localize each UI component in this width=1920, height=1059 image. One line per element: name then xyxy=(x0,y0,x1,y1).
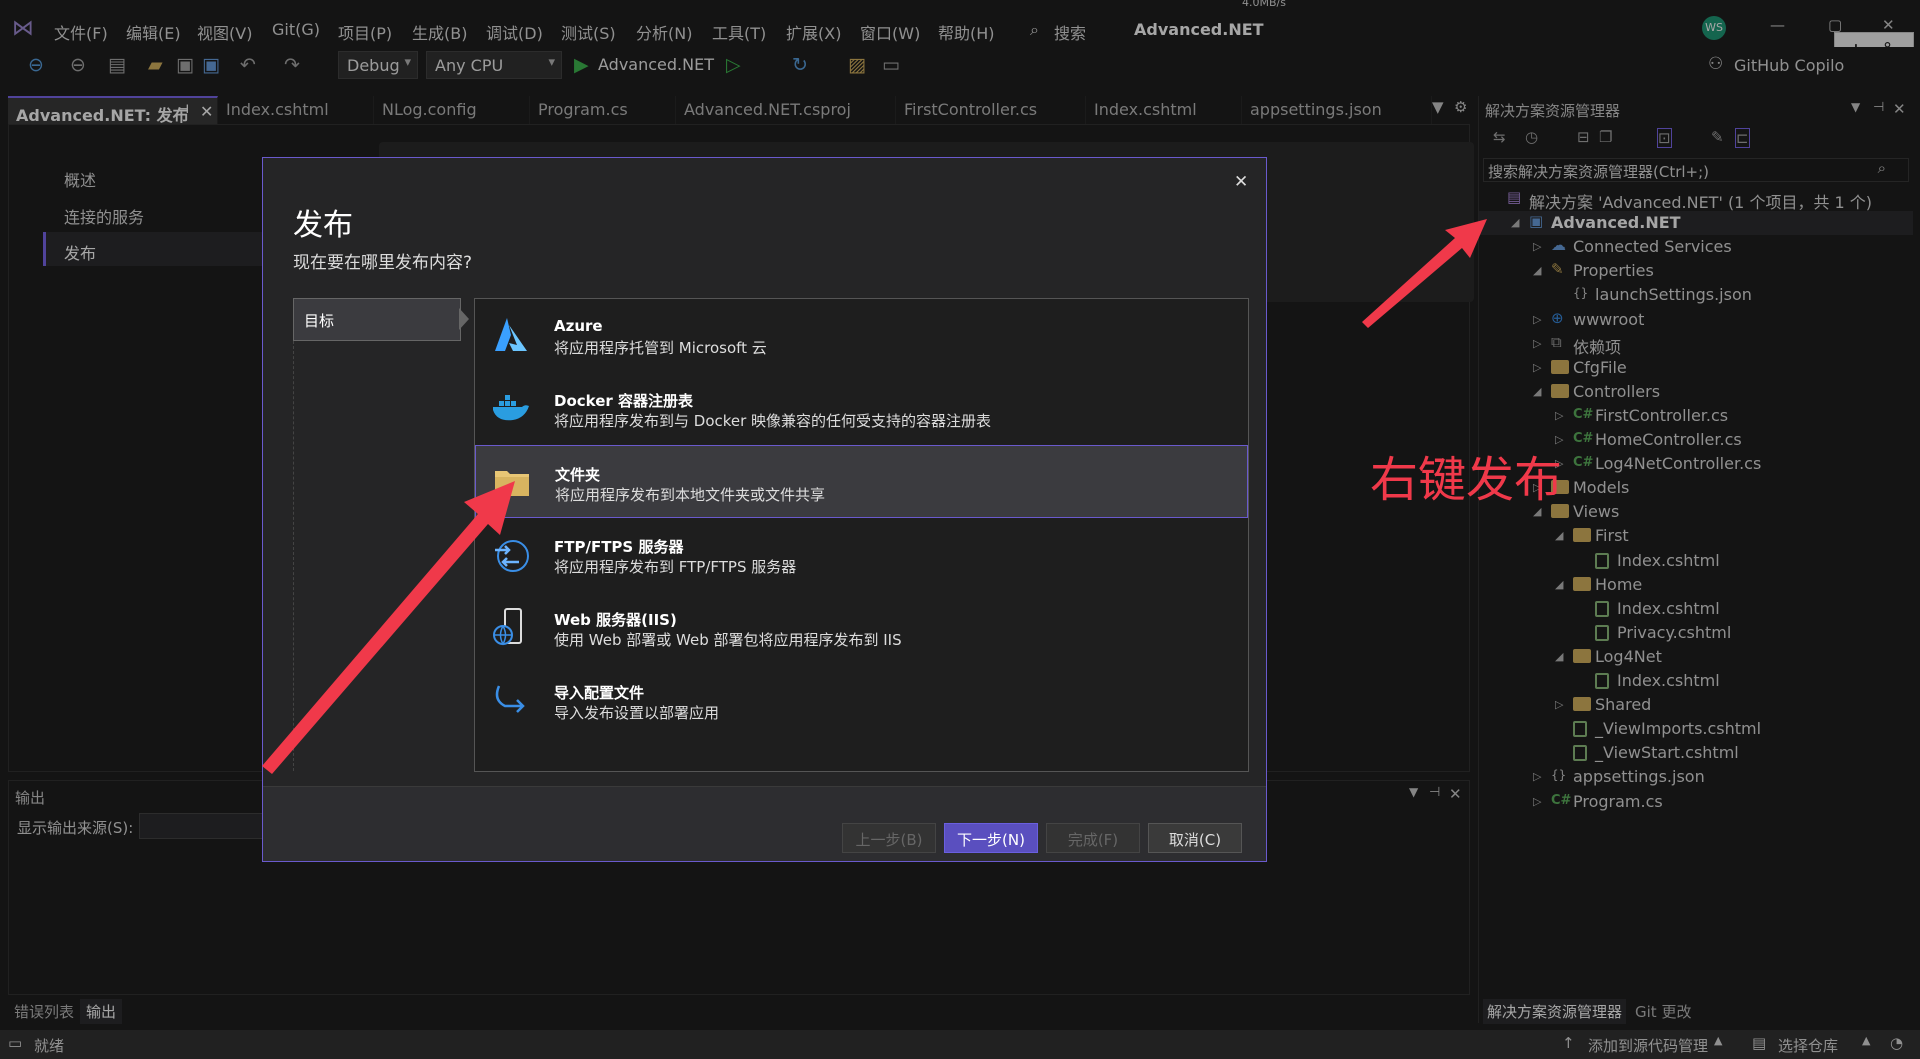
annotation-arrows xyxy=(262,219,1487,774)
annotation-label: 右键发布 xyxy=(1370,452,1563,508)
arrow-to-folder xyxy=(262,481,515,774)
arrow-to-project xyxy=(1362,219,1487,328)
